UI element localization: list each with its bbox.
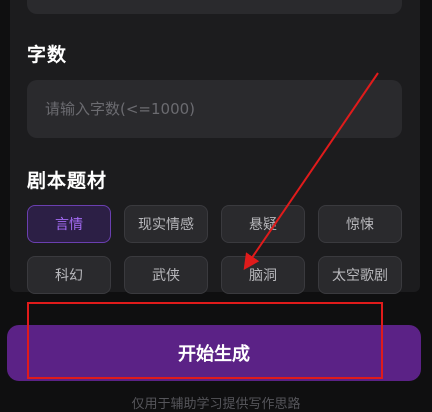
- genre-chip-space-opera[interactable]: 太空歌剧: [318, 256, 402, 294]
- genre-label: 剧本题材: [27, 170, 108, 192]
- genre-chip-realistic-emotion[interactable]: 现实情感: [124, 205, 208, 243]
- genre-chip-scifi[interactable]: 科幻: [27, 256, 111, 294]
- genre-chip-thriller[interactable]: 惊悚: [318, 205, 402, 243]
- wordcount-label: 字数: [27, 44, 68, 66]
- genre-chip-brainstorm[interactable]: 脑洞: [221, 256, 305, 294]
- genre-chip-romance[interactable]: 言情: [27, 205, 111, 243]
- wordcount-input[interactable]: [27, 80, 402, 138]
- footnote-text: 仅用于辅助学习提供写作思路: [131, 397, 301, 412]
- start-generate-button[interactable]: 开始生成: [7, 325, 421, 381]
- genre-chip-suspense[interactable]: 悬疑: [221, 205, 305, 243]
- form-card: [10, 0, 420, 292]
- previous-input-field[interactable]: [27, 0, 402, 14]
- genre-chip-wuxia[interactable]: 武侠: [124, 256, 208, 294]
